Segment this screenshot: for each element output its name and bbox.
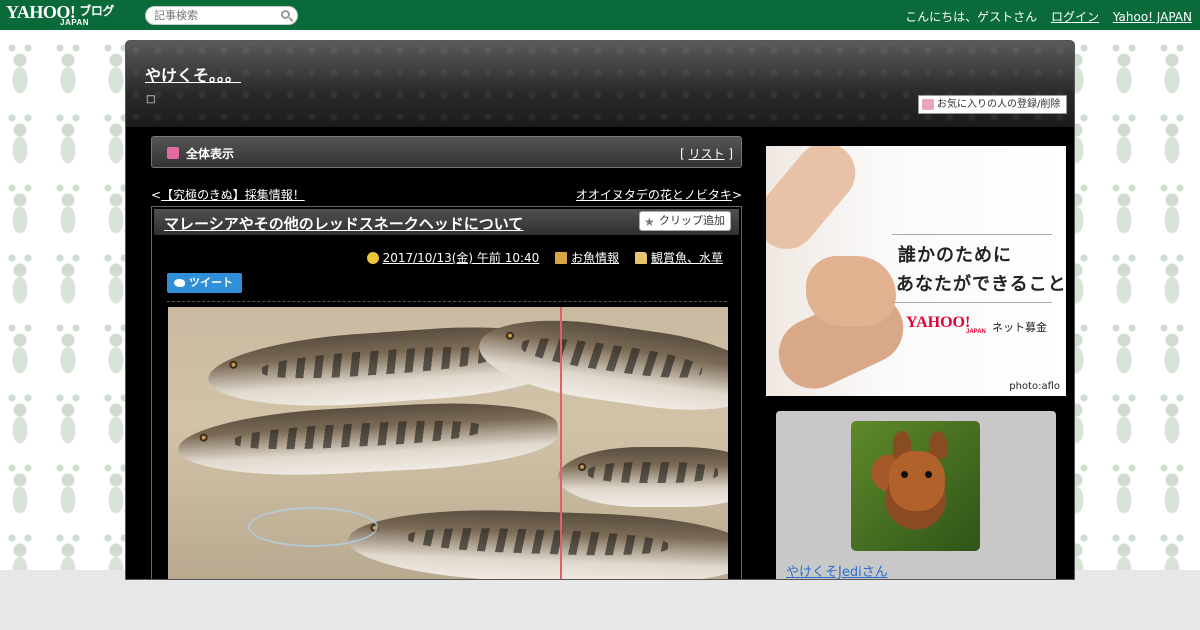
prev-article-link[interactable]: 【究極のきぬ】採集情報！ (161, 188, 305, 202)
category-fish-info-link[interactable]: お魚情報 (571, 251, 619, 265)
next-article-link[interactable]: オオイヌタデの花とノビタキ (576, 188, 732, 202)
all-view-label: 全体表示 (186, 147, 235, 161)
ad-photo-credit: photo:aflo (1009, 381, 1060, 392)
ad-brand-sub: JAPAN (966, 329, 986, 335)
ad-rule (892, 302, 1052, 303)
arrow-right-icon (167, 147, 179, 159)
clock-icon (366, 252, 379, 264)
ad-yahoo-logo: YAHOO! JAPAN (906, 314, 986, 335)
blog-subtitle: □ (146, 94, 156, 105)
favorite-register-button[interactable]: お気に入りの人の登録/削除 (918, 95, 1067, 114)
blog-title-link[interactable]: やけくそ。。。 (145, 62, 241, 86)
article-search-box (145, 6, 298, 25)
tank-platform (248, 507, 378, 547)
article-divider (167, 301, 727, 302)
article-box: マレーシアやその他のレッドスネークヘッドについて ★ クリップ追加 2017/1… (151, 206, 742, 579)
clip-add-button[interactable]: ★ クリップ追加 (639, 211, 731, 231)
ad-hand-graphic (806, 256, 896, 326)
ad-rule (892, 234, 1052, 235)
star-icon: ★ (644, 215, 655, 229)
article-meta: 2017/10/13(金) 午前 10:40 お魚情報 観賞魚、水草 (366, 249, 723, 266)
profile-box: やけくそJediさん (776, 411, 1056, 579)
list-link[interactable]: リスト (688, 147, 724, 161)
article-title-link[interactable]: マレーシアやその他のレッドスネークヘッドについて (164, 213, 523, 234)
search-icon[interactable] (281, 10, 290, 19)
clip-button-label: クリップ追加 (659, 214, 725, 227)
logo-sub-text: JAPAN (60, 18, 90, 27)
twitter-bird-icon (174, 279, 185, 287)
tank-red-line (560, 307, 562, 579)
yahoo-japan-link[interactable]: Yahoo! JAPAN (1113, 10, 1192, 24)
tweet-button[interactable]: ツイート (167, 273, 242, 293)
favorite-heart-icon (922, 99, 934, 110)
ad-service-name: ネット募金 (992, 321, 1047, 334)
article-search-input[interactable] (154, 7, 279, 24)
profile-avatar[interactable] (851, 421, 980, 551)
blog-frame: やけくそ。。。 □ お気に入りの人の登録/削除 全体表示 [ リスト ] <【究… (125, 40, 1075, 580)
snakehead-fish-photo[interactable] (168, 307, 728, 579)
profile-name-link[interactable]: やけくそJediさん (786, 561, 888, 579)
article-titlebar: マレーシアやその他のレッドスネークヘッドについて ★ クリップ追加 (154, 209, 739, 235)
fish-shape (346, 505, 728, 579)
folder-icon (634, 252, 647, 264)
all-view-bar: 全体表示 [ リスト ] (151, 136, 742, 168)
next-article: オオイヌタデの花とノビタキ> (576, 186, 742, 203)
yahoo-topbar: YAHOO!ブログ JAPAN こんにちは、ゲストさん ログイン Yahoo! … (0, 0, 1200, 30)
ad-copy-line1: 誰かのために (898, 245, 1012, 266)
next-arrow: > (731, 188, 742, 202)
fish-shape (474, 307, 728, 422)
logo-blog-text: ブログ (79, 4, 114, 18)
login-link[interactable]: ログイン (1051, 10, 1099, 24)
yahoo-donation-ad[interactable]: 誰かのために あなたができること YAHOO! JAPAN ネット募金 photo… (766, 146, 1066, 396)
category-aquarium-link[interactable]: 観賞魚、水草 (651, 251, 723, 265)
tweet-label: ツイート (189, 276, 233, 289)
avatar-eye (925, 471, 932, 478)
favorite-button-label: お気に入りの人の登録/削除 (937, 99, 1061, 110)
topbar-user-area: こんにちは、ゲストさん ログイン Yahoo! JAPAN (905, 8, 1192, 25)
ad-hand-graphic (766, 146, 868, 262)
article-pager: <【究極のきぬ】採集情報！ オオイヌタデの花とノビタキ> (151, 186, 742, 203)
list-toggle: [ リスト ] (680, 145, 733, 162)
ad-copy-line2: あなたができること (896, 274, 1066, 295)
avatar-face (889, 451, 945, 511)
blog-header: やけくそ。。。 □ お気に入りの人の登録/削除 (126, 41, 1074, 127)
article-date-link[interactable]: 2017/10/13(金) 午前 10:40 (383, 251, 540, 265)
ad-brand-text: YAHOO! (906, 314, 971, 331)
avatar-eye (901, 471, 908, 478)
prev-arrow: < (151, 188, 162, 202)
greeting-text: こんにちは、ゲストさん (905, 10, 1038, 24)
book-icon (555, 252, 568, 264)
fish-shape (558, 447, 728, 507)
fish-shape (176, 397, 560, 482)
list-bracket-close: ] (724, 147, 733, 161)
yahoo-blog-logo[interactable]: YAHOO! ブログ JAPAN (6, 2, 114, 27)
